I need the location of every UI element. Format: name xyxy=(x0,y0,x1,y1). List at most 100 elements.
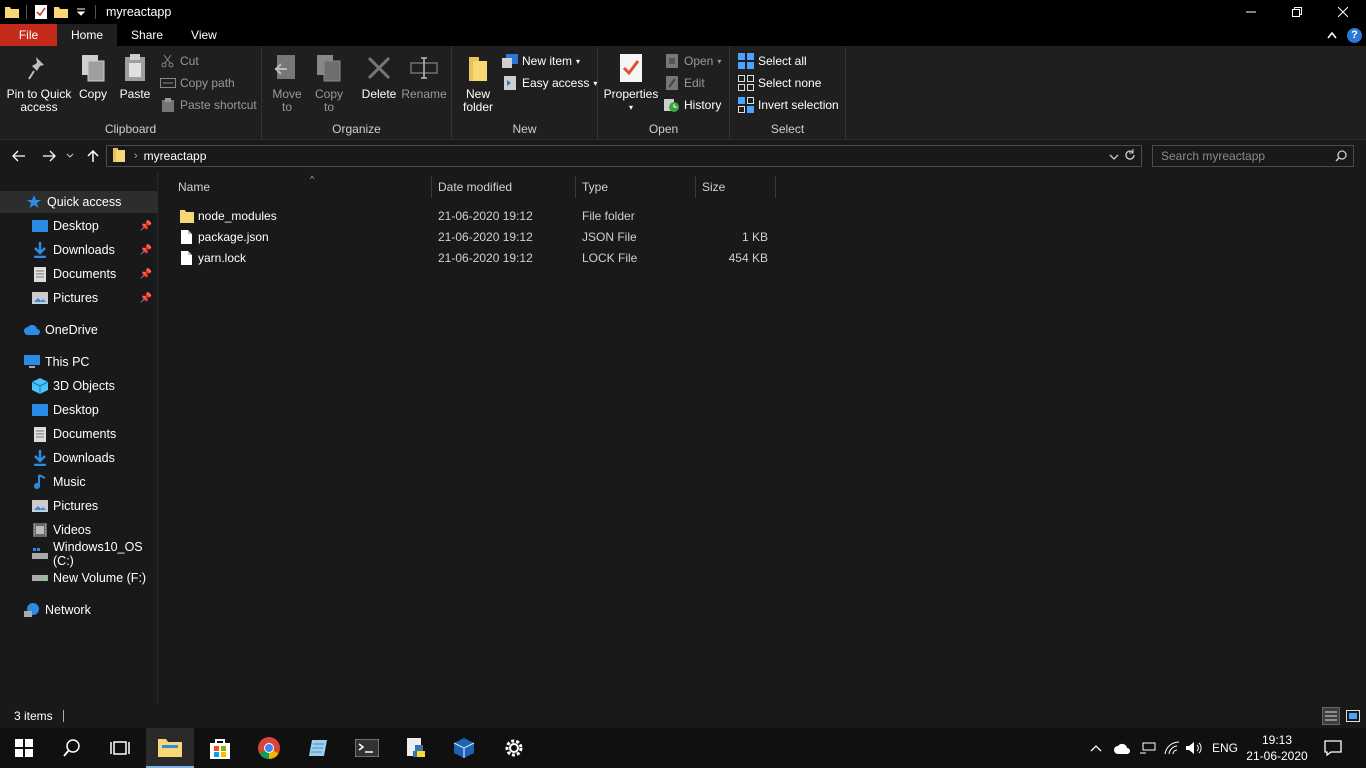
nav-pc-downloads[interactable]: Downloads xyxy=(0,447,158,469)
nav-pc-pictures[interactable]: Pictures xyxy=(0,495,158,517)
pin-to-quick-access-button[interactable]: Pin to Quick access xyxy=(6,52,72,114)
history-button[interactable]: History xyxy=(664,96,721,114)
taskbar-python[interactable] xyxy=(392,728,440,768)
table-row[interactable]: yarn.lock 21-06-2020 19:12 LOCK File 454… xyxy=(176,247,776,268)
sort-ascending-icon: ^ xyxy=(310,174,315,184)
taskbar-notepad[interactable] xyxy=(294,728,342,768)
nav-qa-downloads[interactable]: Downloads 📌 xyxy=(0,239,158,261)
nav-pc-music[interactable]: Music xyxy=(0,471,158,493)
select-none-button[interactable]: Select none xyxy=(738,74,821,92)
copy-button[interactable]: Copy xyxy=(76,52,110,101)
table-row[interactable]: package.json 21-06-2020 19:12 JSON File … xyxy=(176,226,776,247)
clipboard-group: Pin to Quick access Copy Paste Cut Copy … xyxy=(0,46,262,140)
paste-button[interactable]: Paste xyxy=(118,52,152,101)
column-header-date[interactable]: Date modified xyxy=(432,176,576,198)
back-button[interactable] xyxy=(10,148,28,164)
select-all-button[interactable]: Select all xyxy=(738,52,807,70)
properties-button[interactable]: Properties ▾ xyxy=(602,52,660,114)
folder-icon xyxy=(158,739,182,757)
copy-path-button[interactable]: Copy path xyxy=(160,74,235,92)
cut-button[interactable]: Cut xyxy=(160,52,199,70)
divider xyxy=(95,5,96,19)
notification-button[interactable] xyxy=(1324,728,1342,768)
pin-icon[interactable]: 📌 xyxy=(140,221,152,232)
nav-pc-documents[interactable]: Documents xyxy=(0,423,158,445)
clock[interactable]: 19:13 21-06-2020 xyxy=(1242,732,1312,764)
nav-qa-pictures[interactable]: Pictures 📌 xyxy=(0,287,158,309)
rename-icon xyxy=(408,52,440,84)
help-icon[interactable]: ? xyxy=(1347,27,1362,43)
language-indicator[interactable]: ENG xyxy=(1212,728,1238,768)
task-view-button[interactable] xyxy=(96,728,144,768)
search-icon[interactable] xyxy=(1335,150,1347,165)
nav-qa-documents[interactable]: Documents 📌 xyxy=(0,263,158,285)
nav-network[interactable]: Network xyxy=(0,599,158,621)
volume-icon[interactable] xyxy=(1186,728,1204,768)
nav-drive-f[interactable]: New Volume (F:) xyxy=(0,567,158,589)
nav-this-pc[interactable]: This PC xyxy=(0,351,158,373)
search-button[interactable] xyxy=(48,728,96,768)
delete-button[interactable]: Delete xyxy=(360,52,398,101)
tab-share[interactable]: Share xyxy=(117,24,177,46)
copy-to-icon xyxy=(313,52,345,84)
details-view-button[interactable] xyxy=(1322,707,1340,725)
taskbar-terminal[interactable] xyxy=(343,728,391,768)
tab-view[interactable]: View xyxy=(177,24,231,46)
address-field[interactable]: › myreactapp xyxy=(106,145,1142,167)
new-folder-icon[interactable] xyxy=(53,4,69,20)
restore-button[interactable] xyxy=(1274,0,1320,24)
recent-locations-button[interactable] xyxy=(64,148,76,164)
battery-icon[interactable] xyxy=(1140,728,1156,768)
table-row[interactable]: node_modules 21-06-2020 19:12 File folde… xyxy=(176,205,776,226)
forward-button[interactable] xyxy=(40,148,58,164)
new-item-button[interactable]: New item ▾ xyxy=(502,52,580,70)
nav-quick-access[interactable]: Quick access xyxy=(0,191,158,213)
tab-file[interactable]: File xyxy=(0,24,57,46)
search-input[interactable] xyxy=(1161,149,1331,163)
copy-to-button[interactable]: Copy to xyxy=(312,52,346,114)
column-header-size[interactable]: Size xyxy=(696,176,776,198)
open-button[interactable]: Open ▾ xyxy=(664,52,721,70)
taskbar-file-explorer[interactable] xyxy=(146,728,194,768)
large-icons-view-button[interactable] xyxy=(1344,707,1362,725)
invert-selection-button[interactable]: Invert selection xyxy=(738,96,839,114)
wifi-icon[interactable] xyxy=(1164,728,1180,768)
taskbar-settings[interactable] xyxy=(490,728,538,768)
start-button[interactable] xyxy=(0,728,48,768)
nav-pc-desktop[interactable]: Desktop xyxy=(0,399,158,421)
paste-shortcut-button[interactable]: Paste shortcut xyxy=(160,96,257,114)
taskbar-chrome[interactable] xyxy=(245,728,293,768)
column-header-name[interactable]: Name ^ xyxy=(172,174,432,198)
properties-icon[interactable] xyxy=(33,4,49,20)
nav-drive-c[interactable]: Windows10_OS (C:) xyxy=(0,540,158,568)
breadcrumb[interactable]: myreactapp xyxy=(144,149,207,163)
nav-qa-desktop[interactable]: Desktop 📌 xyxy=(0,215,158,237)
edit-button[interactable]: Edit xyxy=(664,74,705,92)
nav-3d-objects[interactable]: 3D Objects xyxy=(0,375,158,397)
move-to-button[interactable]: Move to xyxy=(270,52,304,114)
nav-pc-videos[interactable]: Videos xyxy=(0,519,158,541)
nav-onedrive[interactable]: OneDrive xyxy=(0,319,158,341)
up-button[interactable] xyxy=(84,148,102,164)
taskbar-store[interactable] xyxy=(196,728,244,768)
easy-access-button[interactable]: Easy access ▾ xyxy=(502,74,597,92)
taskbar-virtualbox[interactable] xyxy=(440,728,488,768)
quick-access-toolbar xyxy=(0,0,100,24)
collapse-ribbon-icon[interactable] xyxy=(1327,28,1337,42)
refresh-icon[interactable] xyxy=(1124,149,1136,164)
rename-button[interactable]: Rename xyxy=(401,52,447,101)
search-box[interactable] xyxy=(1152,145,1354,167)
onedrive-tray-icon[interactable] xyxy=(1114,728,1132,768)
pin-icon[interactable]: 📌 xyxy=(140,293,152,304)
pin-icon[interactable]: 📌 xyxy=(140,245,152,256)
chevron-right-icon[interactable]: › xyxy=(134,150,138,162)
new-folder-button[interactable]: New folder xyxy=(460,52,496,114)
column-header-type[interactable]: Type xyxy=(576,176,696,198)
pin-icon[interactable]: 📌 xyxy=(140,269,152,280)
chevron-down-icon[interactable] xyxy=(1109,150,1119,164)
tab-home[interactable]: Home xyxy=(57,24,118,46)
show-hidden-icons-button[interactable] xyxy=(1090,728,1102,768)
customize-toolbar-icon[interactable] xyxy=(73,4,89,20)
close-button[interactable] xyxy=(1320,0,1366,24)
minimize-button[interactable] xyxy=(1228,0,1274,24)
